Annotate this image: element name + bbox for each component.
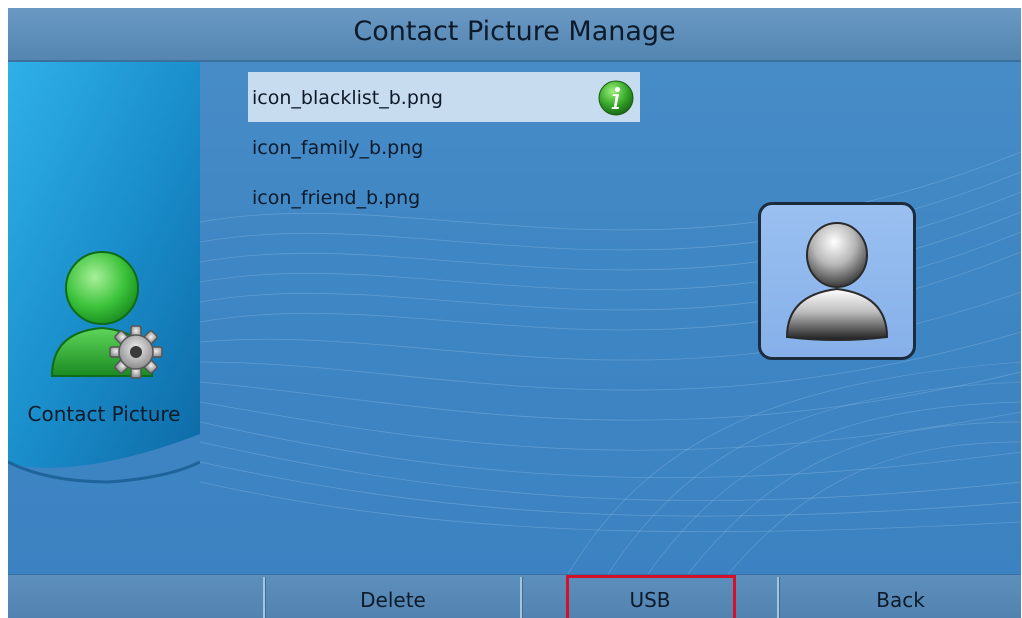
file-name: icon_friend_b.png	[252, 187, 421, 209]
list-item[interactable]: icon_friend_b.png	[248, 172, 640, 222]
delete-button[interactable]: Delete	[266, 575, 520, 618]
phone-screen: Contact Picture Manage Contact Picture i…	[8, 8, 1021, 618]
back-button[interactable]: Back	[780, 575, 1021, 618]
page-title: Contact Picture Manage	[353, 16, 676, 47]
contact-gear-icon	[50, 251, 163, 379]
file-name: icon_family_b.png	[252, 137, 424, 159]
title-bar: Contact Picture Manage	[8, 8, 1021, 62]
softkey-1[interactable]	[8, 575, 263, 618]
person-silhouette-icon	[785, 222, 889, 341]
picture-preview	[758, 202, 916, 360]
softkey-bar: Delete USB Back	[8, 574, 1021, 618]
sidebar-label: Contact Picture	[27, 402, 181, 426]
list-item[interactable]: icon_blacklist_b.png	[248, 72, 640, 122]
list-item[interactable]: icon_family_b.png	[248, 122, 640, 172]
sidebar-panel: Contact Picture	[8, 62, 200, 574]
file-list: icon_blacklist_b.png icon_family_b.png i…	[248, 72, 640, 222]
info-icon[interactable]	[598, 80, 634, 116]
usb-button[interactable]: USB	[523, 575, 777, 618]
file-name: icon_blacklist_b.png	[252, 87, 443, 109]
